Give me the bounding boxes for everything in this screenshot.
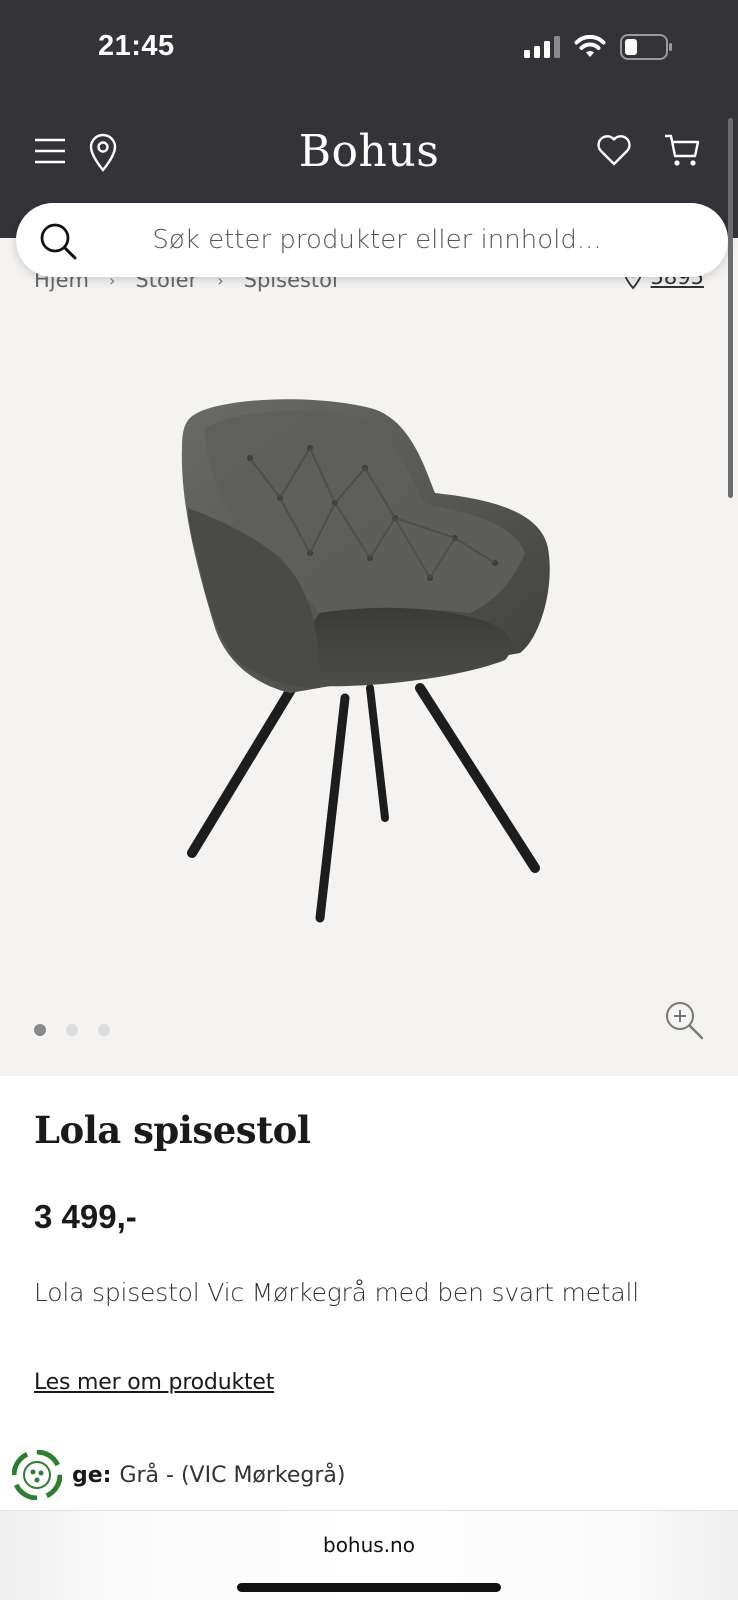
search-input[interactable]: Søk etter produkter eller innhold... — [16, 225, 728, 255]
read-more-link[interactable]: Les mer om produktet — [34, 1370, 274, 1395]
zoom-in-icon[interactable] — [664, 1000, 704, 1040]
status-icons — [524, 34, 674, 60]
url-text[interactable]: bohus.no — [0, 1533, 738, 1557]
product-title: Lola spisestol — [34, 1108, 311, 1152]
signal-icon — [524, 36, 560, 58]
gallery-dot-3[interactable] — [98, 1024, 110, 1036]
battery-icon — [620, 34, 672, 60]
header-row: Bohus — [0, 120, 738, 190]
gallery-dots — [34, 1024, 110, 1036]
status-time: 21:45 — [98, 30, 175, 62]
product-gallery[interactable]: Hjem › Stoler › Spisestol 5895 — [0, 238, 738, 1076]
cart-icon[interactable] — [664, 132, 700, 168]
product-page: 21:45 Bohus Hjem › Stoler › Spisestol 58… — [0, 0, 738, 1600]
variant-label: ge: — [72, 1462, 112, 1488]
browser-address-bar[interactable]: bohus.no — [0, 1510, 738, 1600]
gallery-dot-2[interactable] — [66, 1024, 78, 1036]
product-price: 3 499,- — [34, 1198, 137, 1235]
chair-image[interactable] — [170, 388, 570, 928]
variant-value: Grå - (VIC Mørkegrå) — [119, 1462, 346, 1488]
product-description: Lola spisestol Vic Mørkegrå med ben svar… — [34, 1278, 640, 1307]
variant-selector[interactable]: ge: Grå - (VIC Mørkegrå) — [12, 1450, 346, 1500]
eco-icon — [12, 1450, 62, 1500]
heart-icon[interactable] — [596, 134, 632, 166]
scrollbar[interactable] — [728, 118, 733, 498]
gallery-dot-1[interactable] — [34, 1024, 46, 1036]
wifi-icon — [574, 35, 606, 57]
search-bar[interactable]: Søk etter produkter eller innhold... — [16, 203, 728, 277]
home-indicator[interactable] — [237, 1583, 501, 1592]
